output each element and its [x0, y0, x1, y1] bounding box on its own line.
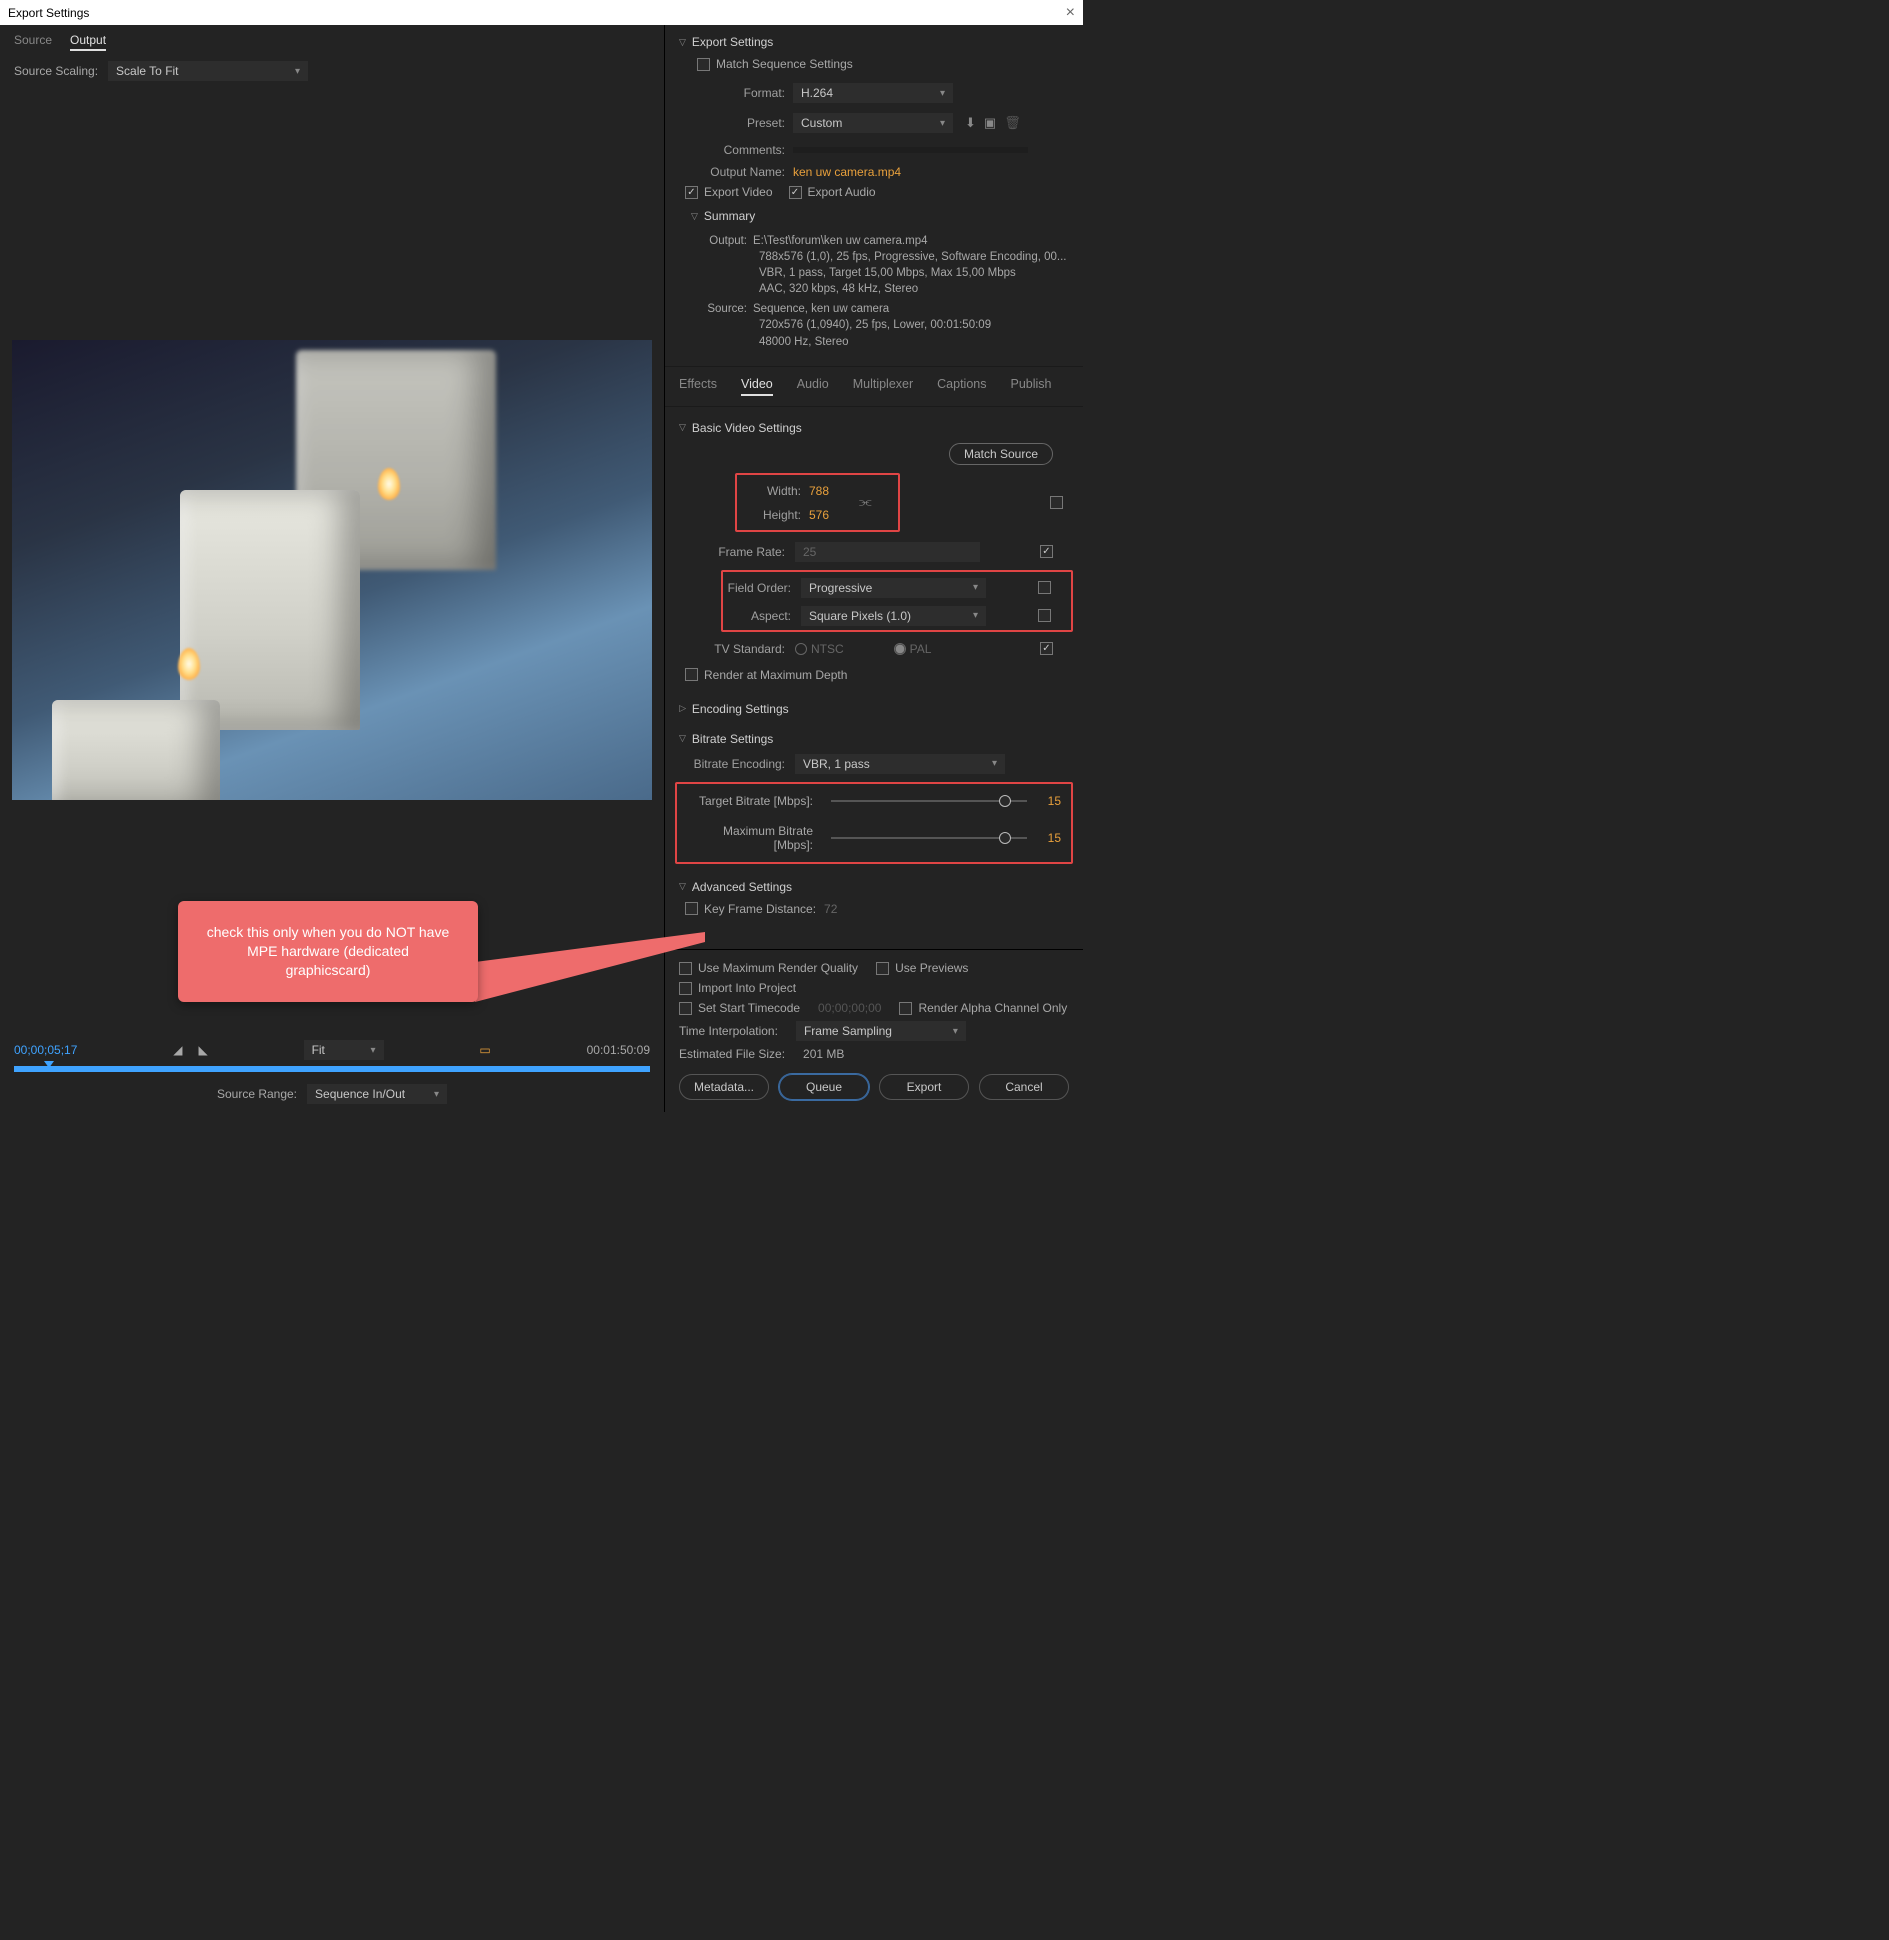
close-icon[interactable]: × [1066, 4, 1075, 22]
delete-preset-icon[interactable]: 🗑 [1004, 115, 1021, 131]
width-value[interactable]: 788 [809, 484, 829, 498]
bitrate-encoding-dropdown[interactable]: VBR, 1 pass▾ [795, 754, 1005, 774]
chevron-down-icon: ▽ [679, 37, 686, 48]
output-name-link[interactable]: ken uw camera.mp4 [793, 165, 901, 179]
window-title: Export Settings [8, 6, 89, 20]
subtab-effects[interactable]: Effects [679, 377, 717, 396]
save-preset-icon[interactable]: ⬇ [965, 115, 976, 131]
duration-timecode: 00:01:50:09 [587, 1043, 650, 1057]
summary-header[interactable]: ▽Summary [665, 199, 1083, 229]
link-icon[interactable]: ⫘ [859, 493, 872, 510]
summary-text: Output:E:\Test\forum\ken uw camera.mp4 7… [665, 229, 1083, 360]
keyframe-distance-checkbox[interactable] [685, 902, 698, 915]
basic-video-header[interactable]: ▽Basic Video Settings [665, 411, 1083, 441]
comments-input[interactable] [793, 147, 1028, 153]
playhead-icon[interactable] [44, 1061, 54, 1068]
framerate-match-checkbox[interactable] [1040, 545, 1053, 558]
height-value[interactable]: 576 [809, 508, 829, 522]
time-interpolation-dropdown[interactable]: Frame Sampling▾ [796, 1021, 966, 1041]
tvstd-match-checkbox[interactable] [1040, 642, 1053, 655]
encoding-settings-header[interactable]: ▽Encoding Settings [665, 692, 1083, 722]
aspect-match-checkbox[interactable] [1038, 609, 1051, 622]
set-start-tc-checkbox[interactable] [679, 1002, 692, 1015]
fieldorder-dropdown[interactable]: Progressive▾ [801, 578, 986, 598]
cancel-button[interactable]: Cancel [979, 1074, 1069, 1100]
subtab-audio[interactable]: Audio [797, 377, 829, 396]
zoom-fit-dropdown[interactable]: Fit▾ [304, 1040, 384, 1060]
preview-image [12, 340, 652, 800]
export-button[interactable]: Export [879, 1074, 969, 1100]
fieldorder-match-checkbox[interactable] [1038, 581, 1051, 594]
advanced-settings-header[interactable]: ▽Advanced Settings [665, 870, 1083, 900]
ntsc-radio[interactable] [795, 643, 807, 655]
match-source-button[interactable]: Match Source [949, 443, 1053, 465]
aspect-correction-icon[interactable]: ▭ [475, 1041, 494, 1059]
source-scaling-label: Source Scaling: [14, 64, 98, 78]
source-scaling-dropdown[interactable]: Scale To Fit▾ [108, 61, 308, 81]
max-bitrate-slider[interactable] [831, 837, 1027, 839]
subtab-multiplexer[interactable]: Multiplexer [853, 377, 913, 396]
tab-output[interactable]: Output [70, 33, 106, 51]
match-sequence-label: Match Sequence Settings [716, 57, 853, 71]
metadata-button[interactable]: Metadata... [679, 1074, 769, 1100]
use-previews-checkbox[interactable] [876, 962, 889, 975]
mark-out-icon[interactable]: ◣ [194, 1041, 211, 1059]
preview-tabs: Source Output [0, 25, 664, 55]
format-dropdown[interactable]: H.264▾ [793, 83, 953, 103]
subtab-publish[interactable]: Publish [1011, 377, 1052, 396]
framerate-dropdown[interactable]: 25 [795, 542, 980, 562]
target-bitrate-slider[interactable] [831, 800, 1027, 802]
target-bitrate-value[interactable]: 15 [1037, 794, 1061, 808]
wh-match-checkbox[interactable] [1050, 496, 1063, 509]
max-bitrate-value[interactable]: 15 [1037, 831, 1061, 845]
annotation-callout: check this only when you do NOT have MPE… [178, 901, 478, 1002]
queue-button[interactable]: Queue [779, 1074, 869, 1100]
pal-radio[interactable] [894, 643, 906, 655]
source-range-dropdown[interactable]: Sequence In/Out▾ [307, 1084, 447, 1104]
source-range-label: Source Range: [217, 1087, 297, 1101]
subtab-captions[interactable]: Captions [937, 377, 986, 396]
match-sequence-checkbox[interactable] [697, 58, 710, 71]
start-timecode: 00;00;00;00 [818, 1001, 881, 1015]
timeline-scrubber[interactable] [14, 1066, 650, 1072]
bitrate-settings-header[interactable]: ▽Bitrate Settings [665, 722, 1083, 752]
export-audio-checkbox[interactable] [789, 186, 802, 199]
render-max-depth-checkbox[interactable] [685, 668, 698, 681]
preset-dropdown[interactable]: Custom▾ [793, 113, 953, 133]
mark-in-icon[interactable]: ◢ [169, 1041, 186, 1059]
titlebar: Export Settings × [0, 0, 1083, 25]
keyframe-value: 72 [824, 902, 837, 916]
export-settings-header[interactable]: ▽ Export Settings [665, 25, 1083, 55]
tab-source[interactable]: Source [14, 33, 52, 51]
export-video-checkbox[interactable] [685, 186, 698, 199]
render-alpha-checkbox[interactable] [899, 1002, 912, 1015]
current-timecode[interactable]: 00;00;05;17 [14, 1043, 77, 1057]
aspect-dropdown[interactable]: Square Pixels (1.0)▾ [801, 606, 986, 626]
estimated-size-value: 201 MB [803, 1047, 844, 1061]
subtab-video[interactable]: Video [741, 377, 773, 396]
import-preset-icon[interactable]: ▣ [984, 115, 996, 131]
